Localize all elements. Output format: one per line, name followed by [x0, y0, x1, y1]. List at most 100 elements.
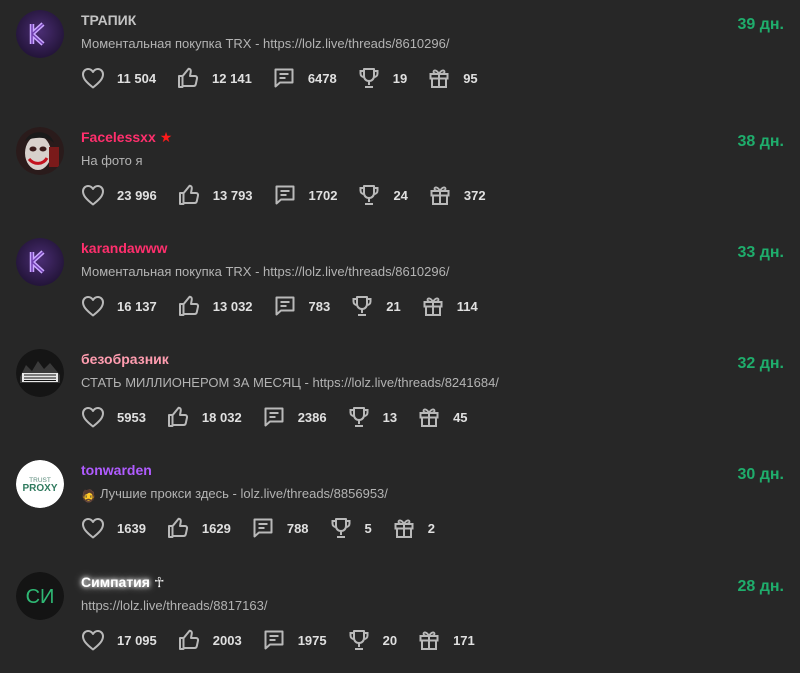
messages-count: 6478	[307, 70, 337, 86]
likes-count: 17 095	[117, 632, 157, 648]
days-count: 28 дн.	[737, 578, 784, 595]
trophies-stat[interactable]: 13	[347, 405, 397, 429]
days-count: 32 дн.	[737, 355, 784, 372]
username-text: Facelessxx	[81, 129, 156, 145]
initials-avatar[interactable]: СИ	[16, 572, 64, 620]
trophies-stat[interactable]: 20	[347, 628, 397, 652]
days-count: 30 дн.	[737, 466, 784, 483]
messages-stat[interactable]: 783	[273, 294, 331, 318]
messages-count: 788	[286, 520, 309, 536]
message-icon	[273, 294, 309, 318]
username-text: karandawww	[81, 240, 168, 256]
trophies-stat[interactable]: 5	[329, 516, 372, 540]
thumbs-stat[interactable]: 13 032	[177, 294, 253, 318]
likes-count: 11 504	[117, 70, 157, 86]
username-link[interactable]: tonwarden	[81, 462, 152, 478]
heart-icon	[81, 629, 117, 651]
user-status-text: Лучшие прокси здесь - lolz.live/threads/…	[99, 486, 388, 501]
trophies-stat[interactable]: 21	[350, 294, 401, 318]
user-status-text: СТАТЬ МИЛЛИОНЕРОМ ЗА МЕСЯЦ - https://lol…	[81, 375, 499, 390]
heart-icon	[81, 295, 117, 317]
gifts-stat[interactable]: 45	[417, 405, 468, 429]
joker-avatar[interactable]	[16, 127, 64, 175]
dark-logo-avatar[interactable]	[16, 349, 64, 397]
message-icon	[272, 66, 308, 90]
thumbs-stat[interactable]: 12 141	[176, 66, 252, 90]
user-status-text: Моментальная покупка TRX - https://lolz.…	[81, 36, 450, 51]
gifts-stat[interactable]: 372	[428, 183, 486, 207]
trophy-icon	[347, 405, 383, 429]
username-text: ТРАПИК	[81, 12, 137, 28]
likes-count: 23 996	[117, 187, 157, 203]
user-row[interactable]: TRUST PROXY tonwarden 🧔 Лучшие прокси здес…	[0, 450, 800, 561]
gifts-stat[interactable]: 171	[417, 628, 475, 652]
trophies-stat[interactable]: 19	[357, 66, 407, 90]
messages-count: 2386	[297, 409, 327, 425]
thumbs-count: 2003	[212, 632, 242, 648]
avatar-initials: СИ	[26, 586, 55, 608]
messages-stat[interactable]: 788	[251, 516, 309, 540]
trophy-icon	[357, 66, 393, 90]
likes-stat[interactable]: 16 137	[81, 295, 157, 317]
emoji-icon: 🧔	[81, 489, 96, 503]
heart-icon	[81, 184, 117, 206]
username-link[interactable]: безобразник	[81, 351, 169, 367]
user-row[interactable]: Facelessxx ★ На фото я 38 дн. 23 996 13 793 17…	[0, 117, 800, 228]
user-status-text: https://lolz.live/threads/8817163/	[81, 598, 268, 613]
thumbs-stat[interactable]: 18 032	[166, 405, 242, 429]
messages-stat[interactable]: 1975	[262, 628, 327, 652]
trust-proxy-avatar[interactable]: TRUST PROXY	[16, 460, 64, 508]
messages-stat[interactable]: 6478	[272, 66, 337, 90]
gifts-count: 171	[453, 632, 475, 648]
likes-count: 5953	[117, 409, 146, 425]
trophies-count: 24	[393, 187, 408, 203]
trophies-count: 5	[364, 520, 372, 536]
gift-icon	[428, 183, 464, 207]
thumbs-up-icon	[177, 628, 213, 652]
heart-icon	[81, 406, 117, 428]
username-link[interactable]: karandawww	[81, 240, 167, 256]
user-row[interactable]: karandawww Моментальная покупка TRX - htt…	[0, 228, 800, 339]
thumbs-stat[interactable]: 1629	[166, 516, 231, 540]
gifts-stat[interactable]: 95	[427, 66, 478, 90]
user-stats: 11 504 12 141 6478 19 95	[81, 65, 498, 91]
gifts-count: 372	[463, 187, 486, 203]
likes-count: 1639	[117, 520, 146, 536]
gifts-stat[interactable]: 2	[392, 516, 435, 540]
gifts-count: 2	[427, 520, 436, 536]
user-row[interactable]: ТРАПИК Моментальная покупка TRX - https:/…	[0, 0, 800, 111]
thumbs-stat[interactable]: 13 793	[177, 183, 253, 207]
ankh-icon: ☥	[153, 574, 165, 590]
likes-stat[interactable]: 5953	[81, 406, 146, 428]
username-link[interactable]: ТРАПИК	[81, 12, 136, 28]
gifts-count: 95	[463, 70, 478, 86]
username-text: Симпатия	[81, 574, 150, 590]
user-stats: 5953 18 032 2386 13 45	[81, 404, 488, 430]
likes-stat[interactable]: 11 504	[81, 67, 156, 89]
messages-count: 783	[308, 298, 331, 314]
user-row[interactable]: безобразник СТАТЬ МИЛЛИОНЕРОМ ЗА МЕСЯЦ - …	[0, 339, 800, 450]
days-count: 39 дн.	[737, 16, 784, 33]
k-logo-avatar[interactable]	[16, 238, 64, 286]
gifts-stat[interactable]: 114	[421, 294, 478, 318]
username-link[interactable]: Facelessxx ★	[81, 129, 172, 146]
messages-stat[interactable]: 2386	[262, 405, 327, 429]
trophy-icon	[350, 294, 386, 318]
username-link[interactable]: Симпатия ☥	[81, 574, 164, 591]
trophies-stat[interactable]: 24	[357, 183, 408, 207]
user-row[interactable]: СИ Симпатия ☥ https://lolz.live/threads/88…	[0, 562, 800, 673]
likes-stat[interactable]: 1639	[81, 517, 146, 539]
user-status: 🧔 Лучшие прокси здесь - lolz.live/threads…	[81, 486, 388, 503]
thumbs-up-icon	[166, 405, 202, 429]
likes-stat[interactable]: 17 095	[81, 629, 157, 651]
k-logo-avatar[interactable]	[16, 10, 64, 58]
thumbs-up-icon	[166, 516, 202, 540]
likes-stat[interactable]: 23 996	[81, 184, 157, 206]
thumbs-stat[interactable]: 2003	[177, 628, 242, 652]
heart-icon	[81, 67, 117, 89]
thumbs-up-icon	[176, 66, 212, 90]
username-text: безобразник	[81, 351, 169, 367]
user-status: На фото я	[81, 153, 143, 168]
message-icon	[262, 405, 298, 429]
messages-stat[interactable]: 1702	[273, 183, 337, 207]
